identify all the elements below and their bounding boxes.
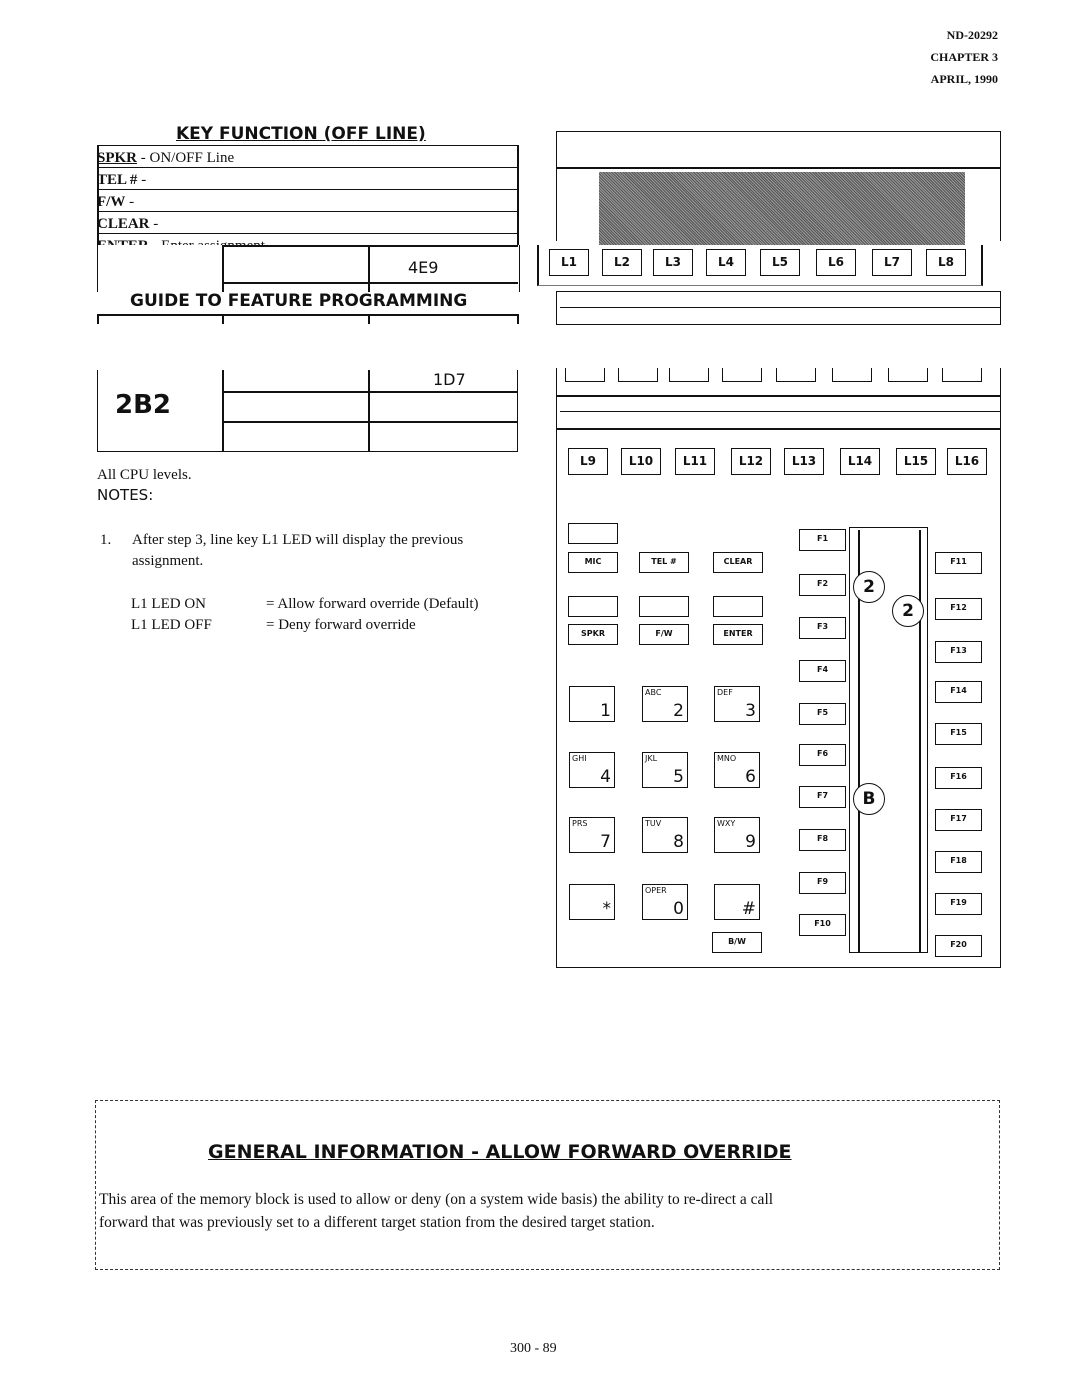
line-key[interactable]: L15 bbox=[896, 448, 936, 475]
dialpad-key[interactable]: PRS 7 bbox=[569, 817, 615, 853]
dialpad-key[interactable]: * bbox=[569, 884, 615, 920]
key-function-row[interactable]: F/W - bbox=[97, 189, 518, 212]
address-upper: 4E9 bbox=[408, 258, 439, 277]
line-key[interactable]: L16 bbox=[947, 448, 987, 475]
dialpad-key[interactable]: ABC 2 bbox=[642, 686, 688, 722]
feature-key[interactable]: F11 bbox=[935, 552, 982, 574]
dialpad-key[interactable]: GHI 4 bbox=[569, 752, 615, 788]
function-key[interactable]: ENTER bbox=[713, 624, 763, 645]
function-key[interactable]: TEL # bbox=[639, 552, 689, 573]
line-key[interactable]: L3 bbox=[653, 249, 693, 276]
feature-key[interactable]: F15 bbox=[935, 723, 982, 745]
line-key-cut[interactable] bbox=[722, 368, 762, 382]
memory-block-main: 2B2 bbox=[115, 390, 171, 420]
function-key[interactable]: MIC bbox=[568, 552, 618, 573]
function-key[interactable]: SPKR bbox=[568, 624, 618, 645]
lcd-display bbox=[599, 172, 965, 245]
step-marker: B bbox=[853, 783, 885, 815]
address-box bbox=[97, 245, 520, 292]
feature-key[interactable]: F13 bbox=[935, 641, 982, 663]
led-legend: L1 LED ON = Allow forward override (Defau… bbox=[131, 596, 479, 633]
line-key[interactable]: L14 bbox=[840, 448, 880, 475]
line-key-cut[interactable] bbox=[776, 368, 816, 382]
key-function-row[interactable]: ENTER - Enter assignment bbox=[97, 233, 518, 245]
blank-key-led[interactable] bbox=[568, 596, 618, 617]
dialpad-key[interactable]: 1 bbox=[569, 686, 615, 722]
dialpad-key[interactable]: OPER 0 bbox=[642, 884, 688, 920]
line-key-cut[interactable] bbox=[832, 368, 872, 382]
line-key[interactable]: L7 bbox=[872, 249, 912, 276]
bw-key[interactable]: B/W bbox=[712, 932, 762, 953]
blank-key-led[interactable] bbox=[713, 596, 763, 617]
blank-key-led[interactable] bbox=[639, 596, 689, 617]
chapter: CHAPTER 3 bbox=[930, 50, 998, 64]
feature-key[interactable]: F3 bbox=[799, 617, 846, 639]
line-key[interactable]: L12 bbox=[731, 448, 771, 475]
step-marker: 2 bbox=[892, 595, 924, 627]
line-key[interactable]: L5 bbox=[760, 249, 800, 276]
feature-key[interactable]: F9 bbox=[799, 872, 846, 894]
line-key[interactable]: L1 bbox=[549, 249, 589, 276]
line-key[interactable]: L9 bbox=[568, 448, 608, 475]
line-key[interactable]: L2 bbox=[602, 249, 642, 276]
feature-key[interactable]: F18 bbox=[935, 851, 982, 873]
blank-key-led[interactable] bbox=[568, 523, 618, 544]
memory-block-sub: 1D7 bbox=[433, 370, 466, 389]
line-key-cut[interactable] bbox=[942, 368, 982, 382]
doc-number: ND-20292 bbox=[946, 28, 998, 42]
key-function-row[interactable]: SPKR - ON/OFF Line bbox=[97, 145, 518, 168]
feature-key[interactable]: F7 bbox=[799, 786, 846, 808]
general-info-title: GENERAL INFORMATION - ALLOW FORWARD OVER… bbox=[208, 1141, 792, 1163]
feature-key[interactable]: F19 bbox=[935, 893, 982, 915]
dialpad-key[interactable]: DEF 3 bbox=[714, 686, 760, 722]
line-key[interactable]: L8 bbox=[926, 249, 966, 276]
key-function-title: KEY FUNCTION (OFF LINE) bbox=[176, 124, 426, 144]
key-function-row[interactable]: TEL # - bbox=[97, 167, 518, 190]
feature-key[interactable]: F6 bbox=[799, 744, 846, 766]
dialpad-key[interactable]: WXY 9 bbox=[714, 817, 760, 853]
guide-title: GUIDE TO FEATURE PROGRAMMING bbox=[130, 291, 468, 311]
key-function-row[interactable]: CLEAR - bbox=[97, 211, 518, 234]
feature-key[interactable]: F1 bbox=[799, 529, 846, 551]
note-1: 1. After step 3, line key L1 LED will di… bbox=[100, 532, 464, 569]
designation-strip bbox=[556, 291, 1001, 325]
page-number: 300 - 89 bbox=[510, 1341, 557, 1356]
dialpad-key[interactable]: MNO 6 bbox=[714, 752, 760, 788]
feature-key[interactable]: F16 bbox=[935, 767, 982, 789]
function-key[interactable]: F/W bbox=[639, 624, 689, 645]
feature-key[interactable]: F5 bbox=[799, 703, 846, 725]
feature-key[interactable]: F2 bbox=[799, 574, 846, 596]
dialpad-key[interactable]: TUV 8 bbox=[642, 817, 688, 853]
feature-key[interactable]: F4 bbox=[799, 660, 846, 682]
feature-key[interactable]: F20 bbox=[935, 935, 982, 957]
feature-key[interactable]: F14 bbox=[935, 681, 982, 703]
line-key-cut[interactable] bbox=[669, 368, 709, 382]
cpu-levels: All CPU levels. bbox=[97, 467, 192, 483]
line-key[interactable]: L10 bbox=[621, 448, 661, 475]
feature-key[interactable]: F8 bbox=[799, 829, 846, 851]
feature-key[interactable]: F12 bbox=[935, 598, 982, 620]
general-info-box bbox=[95, 1100, 1000, 1270]
function-key[interactable]: CLEAR bbox=[713, 552, 763, 573]
line-key[interactable]: L11 bbox=[675, 448, 715, 475]
notes-title: NOTES: bbox=[97, 486, 154, 504]
feature-key[interactable]: F17 bbox=[935, 809, 982, 831]
step-marker: 2 bbox=[853, 571, 885, 603]
line-key[interactable]: L4 bbox=[706, 249, 746, 276]
general-info-text: This area of the memory block is used to… bbox=[99, 1191, 774, 1231]
line-key[interactable]: L13 bbox=[784, 448, 824, 475]
document-header: ND-20292 CHAPTER 3 APRIL, 1990 bbox=[930, 24, 998, 90]
line-key[interactable]: L6 bbox=[816, 249, 856, 276]
date: APRIL, 1990 bbox=[930, 72, 998, 86]
dialpad-key[interactable]: JKL 5 bbox=[642, 752, 688, 788]
dialpad-key[interactable]: # bbox=[714, 884, 760, 920]
line-key-cut[interactable] bbox=[618, 368, 658, 382]
feature-key[interactable]: F10 bbox=[799, 914, 846, 936]
line-key-cut[interactable] bbox=[888, 368, 928, 382]
line-key-cut[interactable] bbox=[565, 368, 605, 382]
document-page: ND-20292 CHAPTER 3 APRIL, 1990 KEY FUNCT… bbox=[0, 0, 1080, 1398]
